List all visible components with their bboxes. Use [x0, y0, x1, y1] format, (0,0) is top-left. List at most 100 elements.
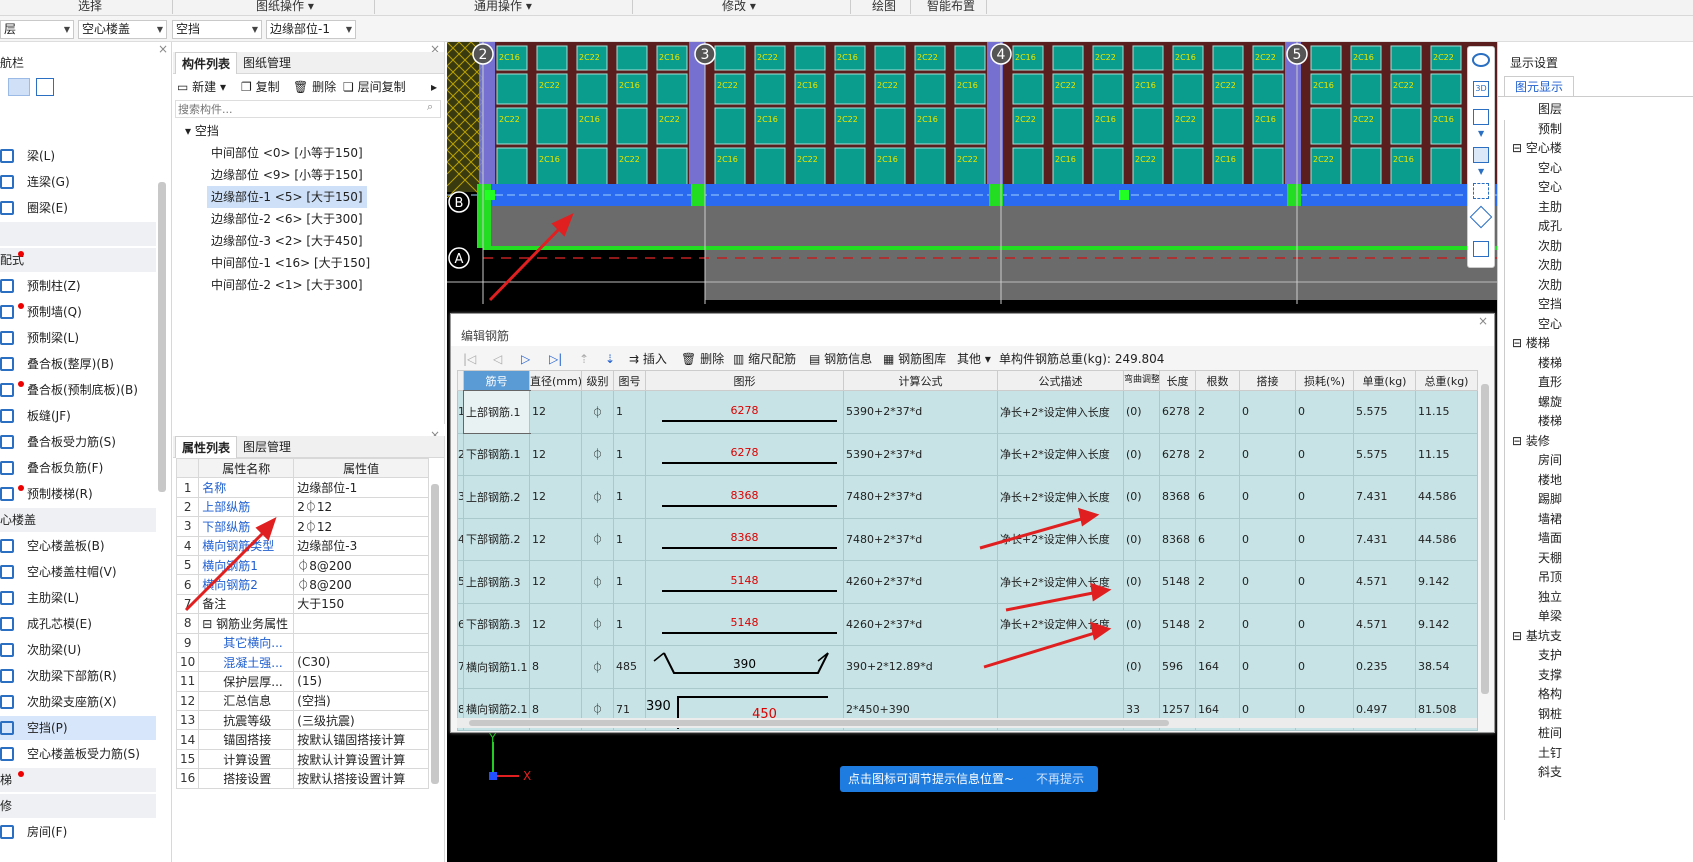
rebar-name-cell[interactable]: 上部钢筋.2 [463, 475, 530, 519]
property-scrollbar[interactable] [431, 484, 439, 784]
rebar-formula-cell[interactable]: 7480+2*37*d [843, 517, 998, 561]
rebar-grade-cell[interactable]: ⏀ [581, 390, 614, 434]
rebar-row[interactable]: 5上部钢筋.312⏀151484260+2*37*d净长+2*设定伸入长度(0)… [457, 560, 1478, 604]
nav-item[interactable]: 圈梁(E) [0, 196, 156, 220]
rebar-grade-cell[interactable]: ⏀ [581, 645, 614, 689]
close-icon[interactable]: × [1478, 314, 1488, 328]
display-tree-item[interactable]: 主肋 [1538, 198, 1562, 218]
property-value[interactable]: 按默认搭接设置计算 [293, 768, 429, 789]
detail-view-icon[interactable] [36, 78, 54, 96]
search-input[interactable] [175, 100, 441, 118]
rebar-count-cell[interactable]: 2 [1195, 390, 1240, 434]
property-row[interactable]: 16 搭接设置 按默认搭接设置计算 [175, 768, 429, 789]
header-cell[interactable]: 单重(kg) [1353, 370, 1416, 391]
rebar-count-cell[interactable]: 2 [1195, 602, 1240, 646]
last-icon[interactable]: ▷| [549, 348, 562, 370]
new-button[interactable]: ▭ 新建 ▾ [177, 76, 226, 98]
delete-row-button[interactable]: 🗑 删除 [681, 348, 724, 370]
rebar-loss-cell[interactable]: 0 [1295, 645, 1354, 689]
property-row[interactable]: 11 保护层厚... (15) [175, 671, 429, 692]
nav-item[interactable]: 次肋梁支座筋(X) [0, 690, 156, 714]
nav-item[interactable]: 空挡(P) [0, 716, 156, 740]
display-tree-item[interactable]: 墙裙 [1538, 510, 1562, 530]
rebar-name-cell[interactable]: 下部钢筋.3 [463, 602, 530, 646]
more-icon[interactable]: ▸ [431, 76, 437, 98]
rebar-bend-cell[interactable]: (0) [1123, 390, 1160, 434]
rebar-formula-cell[interactable]: 4260+2*37*d [843, 602, 998, 646]
rebar-name-cell[interactable]: 横向钢筋1.1 [463, 645, 530, 689]
display-tree-item[interactable]: 次肋 [1538, 237, 1562, 257]
component-item[interactable]: 边缘部位-1 <5> [大于150] [207, 186, 367, 208]
nav-category[interactable]: 心楼盖 [0, 508, 156, 532]
display-tree-item[interactable]: 桩间 [1538, 724, 1562, 744]
component-item[interactable]: 中间部位-2 <1> [大于300] [211, 274, 363, 296]
property-value[interactable]: (三级抗震) [293, 710, 429, 731]
property-value[interactable]: 2⏀12 [293, 496, 429, 518]
report-icon[interactable] [1473, 241, 1489, 257]
property-value[interactable]: 按默认锚固搭接计算 [293, 729, 429, 750]
rebar-fig-cell[interactable]: 1 [613, 475, 646, 519]
property-row[interactable]: 9 其它横向... [175, 632, 429, 653]
ribbon-group-common[interactable]: 通用操作 ▾ [474, 0, 532, 16]
rebar-len-cell[interactable]: 5148 [1159, 560, 1196, 604]
rebar-row[interactable]: 2 下部钢筋.112⏀1 6278 5390+2*37*d净长+2*设定伸入长度(0)… [457, 432, 1478, 476]
rebar-row[interactable]: 4下部钢筋.212⏀183687480+2*37*d净长+2*设定伸入长度(0)… [457, 517, 1478, 561]
nav-item[interactable]: 空心楼盖板(B) [0, 534, 156, 558]
rebar-lap-cell[interactable]: 0 [1239, 645, 1296, 689]
rebar-len-cell[interactable]: 5148 [1159, 602, 1196, 646]
rebar-fig-cell[interactable]: 485 [613, 645, 646, 689]
property-row[interactable]: 3 下部纵筋 2⏀12 [175, 516, 429, 537]
rebar-fig-cell[interactable]: 1 [613, 560, 646, 604]
display-tree-item[interactable]: 预制 [1538, 120, 1562, 140]
header-cell[interactable]: 级别 [581, 370, 614, 391]
rebar-count-cell[interactable]: 6 [1195, 517, 1240, 561]
rebar-shape-cell[interactable]: 8368 [645, 517, 844, 561]
property-value[interactable]: (C30) [293, 651, 429, 673]
property-row[interactable]: 6 横向钢筋2 ⏀8@200 [175, 574, 429, 595]
nav-item[interactable]: 次肋梁(U) [0, 638, 156, 662]
property-row[interactable]: 4 横向钢筋类型 边缘部位-3 [175, 535, 429, 556]
display-tree-item[interactable]: 直形 [1538, 373, 1562, 393]
rebar-shape-cell[interactable]: 5148 [645, 602, 844, 646]
rebar-row[interactable]: 1上部钢筋.112⏀162785390+2*37*d净长+2*设定伸入长度(0)… [457, 389, 1478, 434]
chevron-down-icon[interactable]: ▼ [1478, 167, 1484, 176]
display-tree-item[interactable]: ⊟ 空心楼 [1512, 139, 1562, 159]
nav-item[interactable]: 成孔芯模(E) [0, 612, 156, 636]
rebar-loss-cell[interactable]: 0 [1295, 390, 1354, 434]
nav-item[interactable]: 空心楼盖板受力筋(S) [0, 742, 156, 766]
nav-item[interactable]: 叠合板受力筋(S) [0, 430, 156, 454]
list-view-icon[interactable] [8, 78, 30, 96]
rebar-bend-cell[interactable]: (0) [1123, 602, 1160, 646]
cube-solid-icon[interactable] [1473, 147, 1489, 163]
rebar-loss-cell[interactable]: 0 [1295, 517, 1354, 561]
property-row[interactable]: 1 名称 边缘部位-1 [175, 477, 429, 498]
rebar-total-cell[interactable]: 11.15 [1415, 390, 1478, 434]
rebar-library-button[interactable]: ▦ 钢筋图库 [883, 348, 946, 370]
rebar-lap-cell[interactable]: 0 [1239, 475, 1296, 519]
rebar-len-cell[interactable]: 8368 [1159, 517, 1196, 561]
component-item[interactable]: 边缘部位-2 <6> [大于300] [211, 208, 363, 230]
property-row[interactable]: 8 ⊟ 钢筋业务属性 [175, 613, 429, 634]
rebar-dia-cell[interactable]: 12 [529, 517, 582, 561]
property-value[interactable]: 大于150 [293, 593, 429, 615]
rebar-lap-cell[interactable]: 0 [1239, 560, 1296, 604]
rebar-shape-cell[interactable]: 8368 [645, 475, 844, 519]
rebar-shape-cell[interactable]: 390 [645, 645, 844, 689]
rebar-total-cell[interactable]: 38.54 [1415, 645, 1478, 689]
property-row[interactable]: 7 备注 大于150 [175, 593, 429, 615]
rebar-len-cell[interactable]: 8368 [1159, 475, 1196, 519]
type-select[interactable]: 空挡 ▼ [172, 20, 262, 39]
vertical-scrollbar[interactable] [1481, 384, 1489, 694]
other-menu[interactable]: 其他 ▾ [957, 348, 991, 370]
rebar-dia-cell[interactable]: 12 [529, 602, 582, 646]
display-tree-item[interactable]: 楼地 [1538, 471, 1562, 491]
tab-layer-manage[interactable]: 图层管理 [237, 436, 297, 458]
rebar-name-cell[interactable]: 下部钢筋.1 [463, 432, 530, 476]
rebar-dia-cell[interactable]: 12 [529, 390, 582, 434]
rebar-shape-cell[interactable]: 5148 [645, 560, 844, 604]
display-tree-item[interactable]: 支撑 [1538, 666, 1562, 686]
rebar-bend-cell[interactable]: (0) [1123, 560, 1160, 604]
display-tree-item[interactable]: 次肋 [1538, 256, 1562, 276]
rebar-formula-cell[interactable]: 5390+2*37*d [843, 390, 998, 434]
rebar-shape-cell[interactable]: 6278 [645, 390, 844, 434]
